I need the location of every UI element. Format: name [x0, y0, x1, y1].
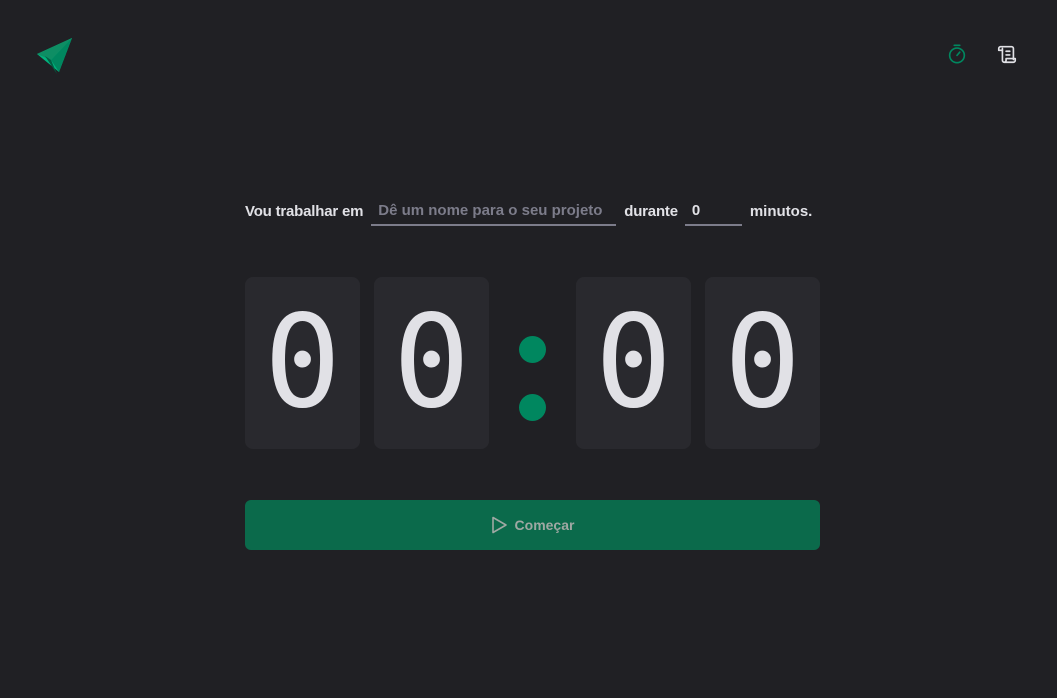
minutes-tens-digit: 0: [245, 277, 360, 449]
minutes-ones-digit: 0: [374, 277, 489, 449]
play-icon: [491, 516, 507, 534]
nav-timer-link[interactable]: [945, 42, 969, 66]
app-root: Vou trabalhar em durante minutos. 0 0 0 …: [0, 0, 1057, 698]
countdown-separator: [519, 336, 547, 422]
seconds-ones-digit: 0: [705, 277, 820, 449]
start-button-label: Começar: [514, 517, 575, 533]
duration-label: durante: [624, 202, 678, 220]
timer-icon: [948, 44, 966, 64]
ignite-timer-logo-icon: [35, 38, 73, 74]
task-form: Vou trabalhar em durante minutos.: [245, 196, 820, 226]
start-button[interactable]: Começar: [245, 500, 820, 550]
main-nav: [945, 42, 1019, 66]
seconds-tens-digit: 0: [576, 277, 691, 449]
separator-dot-bottom: [519, 394, 546, 421]
separator-dot-top: [519, 336, 546, 363]
minutes-suffix: minutos.: [749, 202, 813, 220]
task-label: Vou trabalhar em: [245, 202, 364, 220]
minutes-input[interactable]: [684, 196, 742, 226]
countdown: 0 0 0 0: [245, 277, 820, 449]
history-scroll-icon: [997, 45, 1017, 64]
nav-history-link[interactable]: [995, 42, 1019, 66]
task-input[interactable]: [371, 196, 617, 226]
